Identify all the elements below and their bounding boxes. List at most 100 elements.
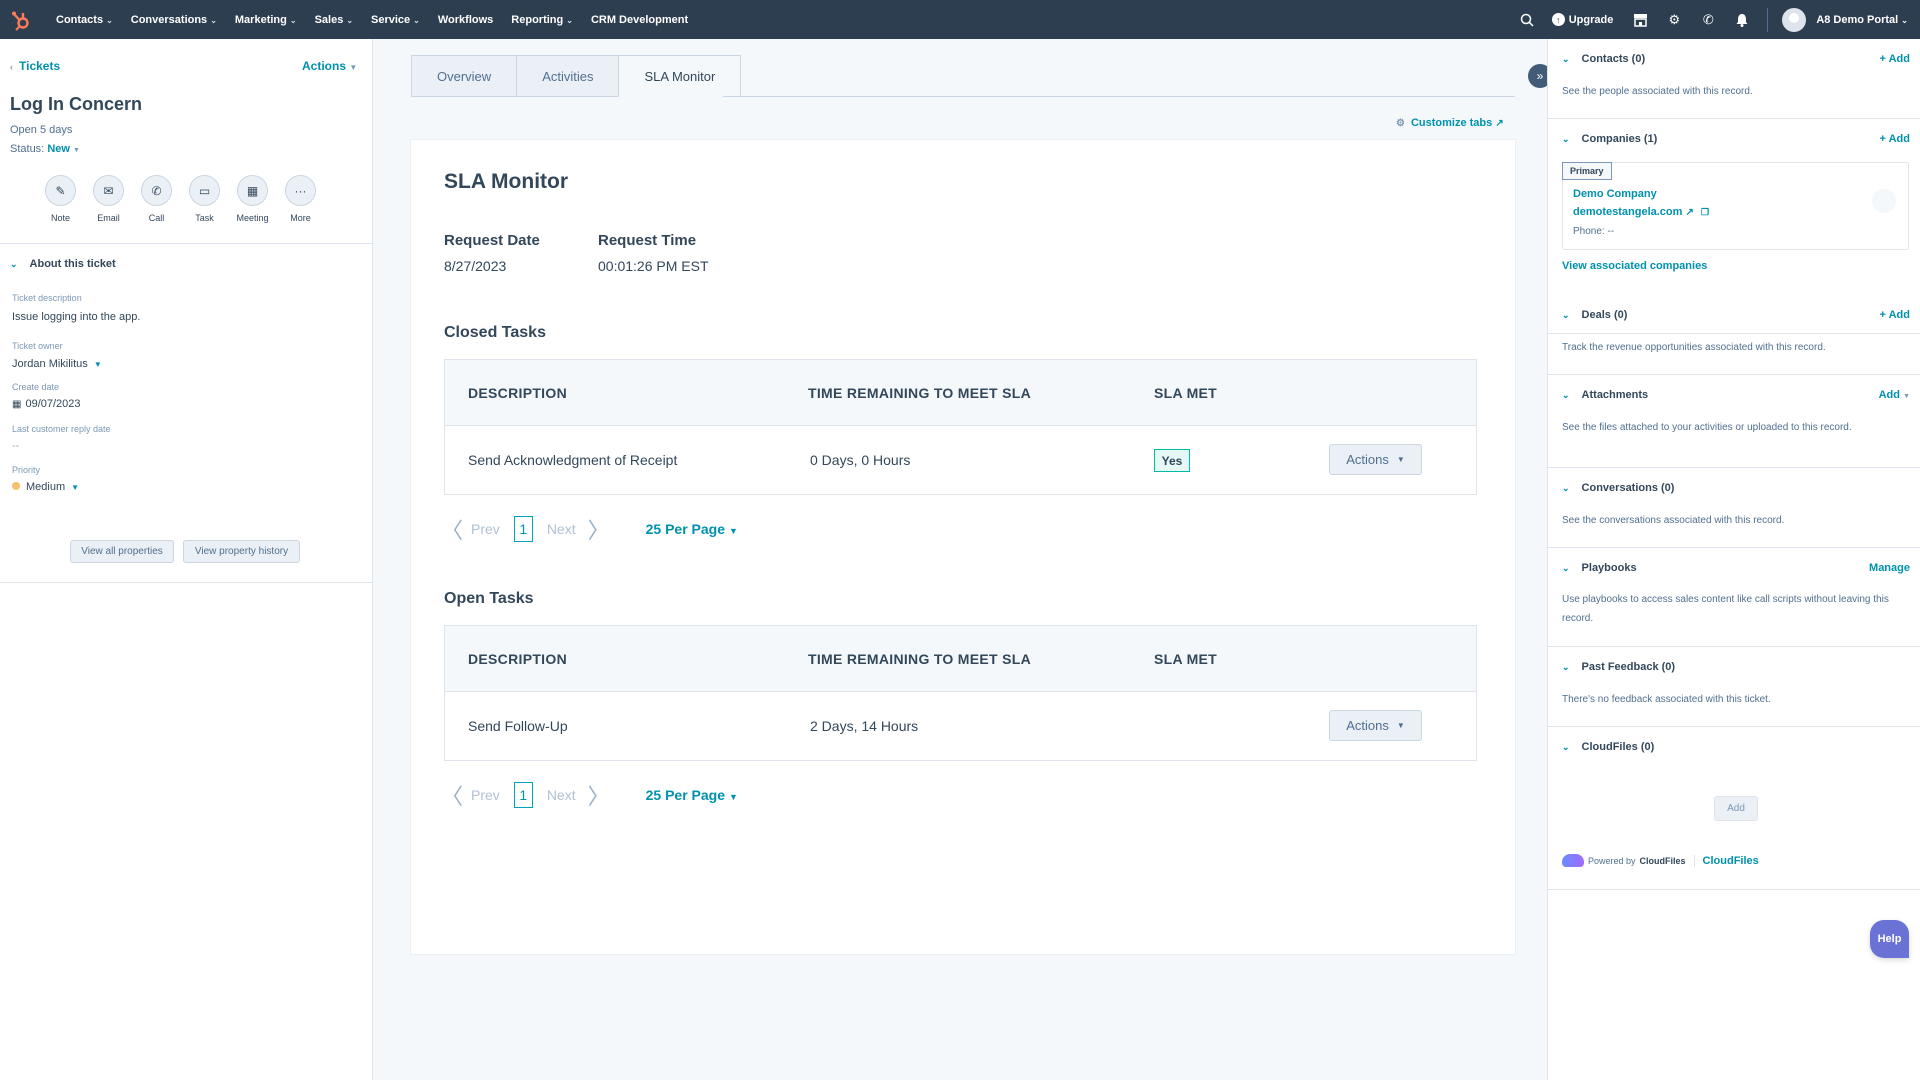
request-time-value: 00:01:26 PM EST: [598, 258, 709, 274]
copy-icon[interactable]: ❐: [1701, 207, 1709, 217]
attachments-toggle[interactable]: ⌄ Attachments: [1562, 389, 1648, 401]
ticket-owner-dropdown[interactable]: Jordan Mikilitus ▼: [12, 358, 102, 370]
cloudfiles-toggle[interactable]: ⌄ CloudFiles (0): [1562, 741, 1654, 753]
status-value: New: [47, 143, 70, 155]
portal-switcher[interactable]: A8 Demo Portal ⌄: [1816, 14, 1908, 26]
property-label: Ticket description: [12, 293, 82, 303]
add-label: Add: [1878, 389, 1900, 401]
feedback-toggle[interactable]: ⌄ Past Feedback (0): [1562, 661, 1675, 673]
chevron-down-icon: ⌄: [1562, 310, 1570, 320]
nav-crm-development[interactable]: CRM Development: [591, 14, 688, 26]
nav-reporting[interactable]: Reporting ⌄: [511, 14, 573, 26]
row-actions-button[interactable]: Actions ▼: [1329, 444, 1422, 475]
call-button[interactable]: ✆ Call: [141, 175, 172, 223]
prev-button[interactable]: Prev: [471, 521, 500, 537]
status-dropdown[interactable]: New ▼: [47, 143, 80, 155]
chevron-right-icon[interactable]: 〉: [588, 513, 610, 545]
page-number[interactable]: 1: [513, 516, 533, 542]
nav-conversations[interactable]: Conversations ⌄: [131, 14, 217, 26]
closed-tasks-table: DESCRIPTION TIME REMAINING TO MEET SLA S…: [444, 359, 1477, 495]
manage-playbooks-link[interactable]: Manage: [1869, 562, 1910, 574]
help-button[interactable]: Help: [1870, 920, 1909, 958]
section-title: Companies (1): [1581, 133, 1658, 145]
conversations-toggle[interactable]: ⌄ Conversations (0): [1562, 482, 1674, 494]
chevron-right-icon[interactable]: 〉: [588, 779, 610, 811]
calendar-icon: ▦: [237, 175, 268, 206]
property-label: Create date: [12, 382, 60, 392]
create-date-field[interactable]: ▦ 09/07/2023: [12, 398, 81, 410]
caret-down-icon: ▼: [729, 526, 738, 536]
note-label: Note: [50, 213, 70, 223]
per-page-dropdown[interactable]: 25 Per Page ▼: [646, 521, 738, 537]
notifications-icon[interactable]: [1733, 11, 1751, 29]
priority-dropdown[interactable]: Medium ▼: [12, 481, 79, 493]
calling-icon[interactable]: ✆: [1699, 11, 1717, 29]
company-name-link[interactable]: Demo Company: [1573, 188, 1657, 200]
tab-overview[interactable]: Overview: [411, 55, 517, 97]
priority-value: Medium: [26, 481, 66, 493]
view-associated-companies-link[interactable]: View associated companies: [1562, 260, 1707, 272]
add-deal-button[interactable]: + Add: [1880, 309, 1910, 321]
column-header: SLA MET: [1154, 651, 1218, 667]
attachments-section: ⌄ Attachments Add ▼ See the files attache…: [1548, 375, 1920, 468]
add-attachment-dropdown[interactable]: Add ▼: [1879, 389, 1910, 401]
section-description: See the people associated with this reco…: [1562, 86, 1753, 97]
tab-activities[interactable]: Activities: [516, 55, 619, 97]
playbooks-toggle[interactable]: ⌄ Playbooks: [1562, 562, 1637, 574]
section-title: Past Feedback (0): [1581, 661, 1676, 673]
note-button[interactable]: ✎ Note: [45, 175, 76, 223]
record-actions-dropdown[interactable]: Actions ▼: [302, 59, 357, 73]
page-number[interactable]: 1: [513, 782, 533, 808]
deals-toggle[interactable]: ⌄ Deals (0): [1562, 309, 1627, 321]
tab-sla-monitor[interactable]: SLA Monitor: [618, 55, 742, 97]
chevron-down-icon: ⌄: [1562, 134, 1570, 144]
add-company-button[interactable]: + Add: [1880, 133, 1910, 145]
nav-label: Service: [371, 13, 411, 26]
open-tasks-table: DESCRIPTION TIME REMAINING TO MEET SLA S…: [444, 625, 1477, 761]
add-contact-button[interactable]: + Add: [1880, 53, 1910, 65]
avatar[interactable]: [1782, 7, 1807, 32]
chevron-left-icon[interactable]: 〈: [441, 513, 463, 545]
external-link-icon[interactable]: ↗: [1685, 207, 1693, 218]
company-domain-link[interactable]: demotestangela.com ↗ ❐: [1573, 206, 1709, 218]
nav-marketing[interactable]: Marketing ⌄: [235, 14, 297, 26]
customize-tabs-link[interactable]: ⚙ Customize tabs ↗: [1396, 117, 1504, 129]
cloudfiles-add-button[interactable]: Add: [1714, 796, 1758, 821]
about-section-toggle[interactable]: ⌄ About this ticket: [10, 258, 116, 270]
per-page-dropdown[interactable]: 25 Per Page ▼: [646, 787, 738, 803]
right-sidebar: ⌄ Contacts (0) + Add See the people assoc…: [1547, 39, 1920, 1080]
cloudfiles-link[interactable]: CloudFiles: [1703, 855, 1759, 867]
row-actions-button[interactable]: Actions ▼: [1329, 710, 1422, 741]
table-row: Send Acknowledgment of Receipt 0 Days, 0…: [445, 426, 1476, 494]
property-label: Ticket owner: [12, 341, 63, 351]
meeting-label: Meeting: [236, 213, 269, 223]
section-description: Track the revenue opportunities associat…: [1562, 342, 1826, 353]
marketplace-icon[interactable]: [1631, 11, 1649, 29]
powered-by-cloudfiles: Powered by CloudFiles CloudFiles: [1562, 854, 1759, 867]
email-button[interactable]: ✉ Email: [93, 175, 124, 223]
nav-service[interactable]: Service ⌄: [371, 14, 420, 26]
view-all-properties-button[interactable]: View all properties: [70, 540, 174, 563]
companies-toggle[interactable]: ⌄ Companies (1): [1562, 133, 1657, 145]
view-property-history-button[interactable]: View property history: [183, 540, 300, 563]
next-button[interactable]: Next: [547, 521, 576, 537]
ticket-title: Log In Concern: [10, 94, 142, 114]
task-button[interactable]: ▭ Task: [189, 175, 220, 223]
contacts-toggle[interactable]: ⌄ Contacts (0): [1562, 53, 1645, 65]
settings-icon[interactable]: ⚙: [1665, 11, 1683, 29]
upgrade-button[interactable]: ↑ Upgrade: [1551, 13, 1613, 26]
next-button[interactable]: Next: [547, 787, 576, 803]
hubspot-logo-icon[interactable]: [10, 9, 32, 31]
prev-button[interactable]: Prev: [471, 787, 500, 803]
meeting-button[interactable]: ▦ Meeting: [236, 175, 269, 223]
ticket-description-value[interactable]: Issue logging into the app.: [12, 311, 140, 323]
search-icon[interactable]: [1518, 11, 1536, 29]
more-button[interactable]: ··· More: [285, 175, 316, 223]
nav-contacts[interactable]: Contacts ⌄: [56, 14, 113, 26]
back-to-tickets-link[interactable]: ‹ Tickets: [10, 59, 60, 73]
chevron-down-icon: ⌄: [1562, 54, 1570, 64]
time-remaining: 0 Days, 0 Hours: [810, 452, 911, 468]
nav-workflows[interactable]: Workflows: [438, 14, 493, 26]
nav-sales[interactable]: Sales ⌄: [315, 14, 353, 26]
chevron-left-icon[interactable]: 〈: [441, 779, 463, 811]
